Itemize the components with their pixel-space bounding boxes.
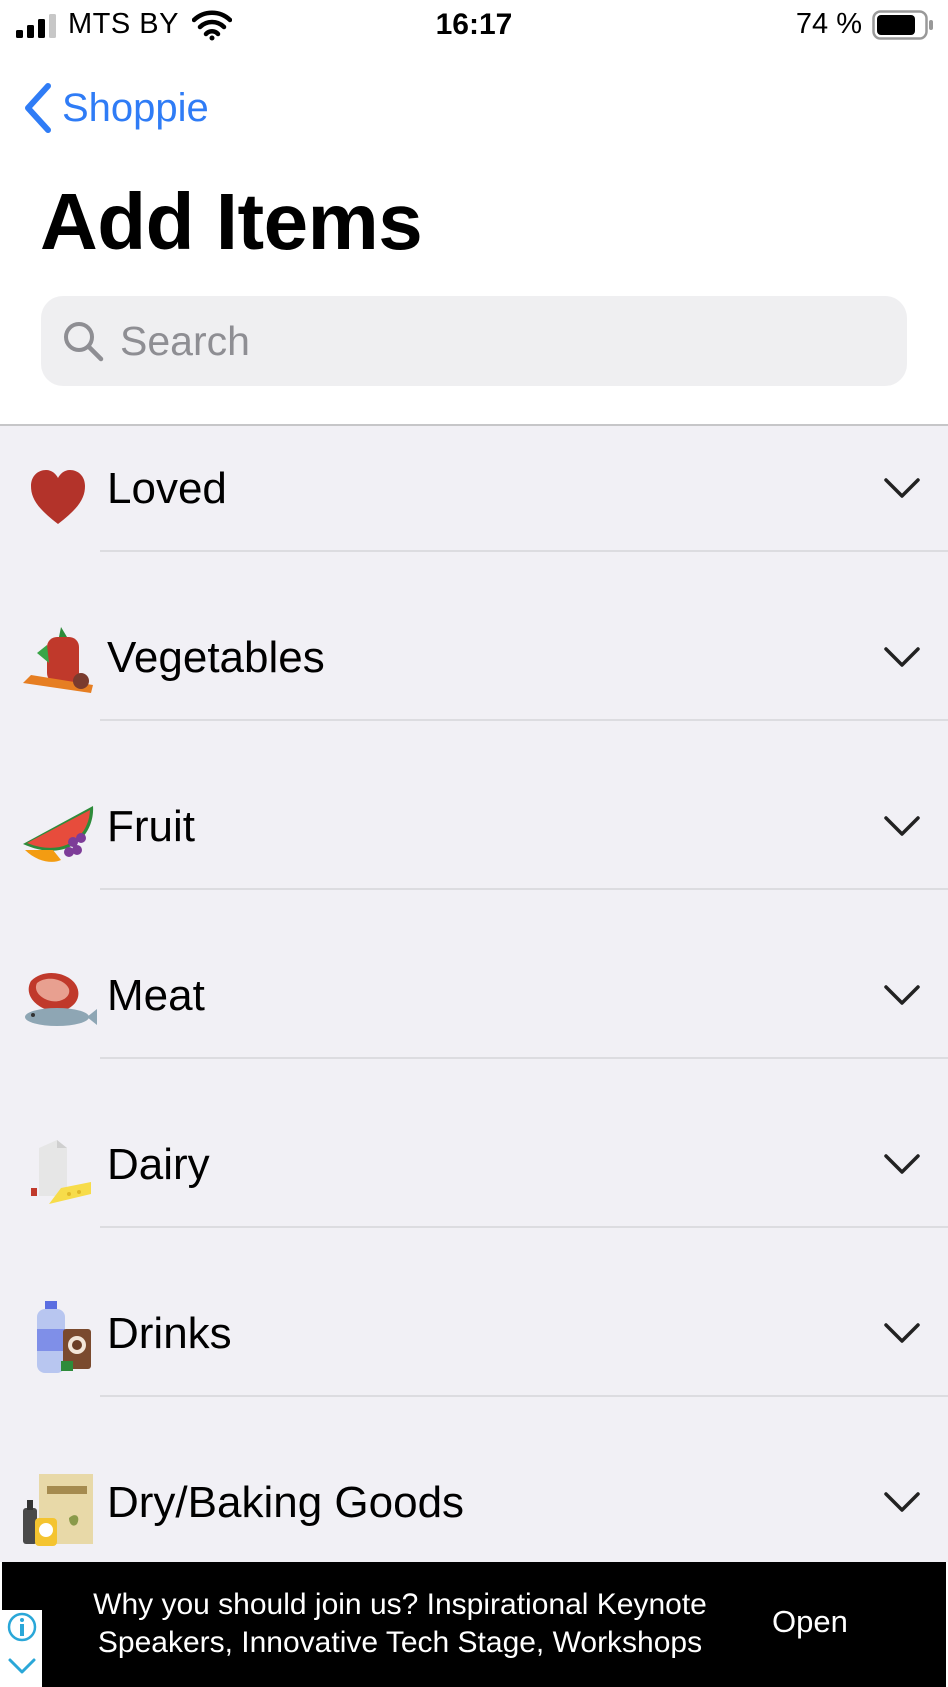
category-list: Loved Vegetables Fruit Meat Dairy Drinks…	[0, 426, 948, 1562]
chevron-down-icon[interactable]	[882, 1488, 922, 1516]
battery-percentage: 74 %	[795, 8, 862, 40]
battery-icon	[872, 10, 933, 40]
row-separator	[100, 719, 948, 721]
category-label: Drinks	[107, 1309, 232, 1358]
status-bar: MTS BY 16:17 74 %	[0, 0, 948, 52]
search-bar[interactable]: Search	[41, 296, 907, 386]
page-title: Add Items	[40, 177, 423, 266]
chevron-down-icon[interactable]	[882, 1319, 922, 1347]
back-button-label: Shoppie	[62, 85, 209, 130]
row-separator	[100, 1395, 948, 1397]
category-row-dairy[interactable]: Dairy	[0, 1102, 948, 1271]
category-label: Loved	[107, 464, 227, 513]
row-separator	[100, 888, 948, 890]
category-row-meat[interactable]: Meat	[0, 933, 948, 1102]
info-icon	[7, 1612, 37, 1674]
heart-icon	[31, 470, 85, 524]
search-icon	[64, 322, 104, 362]
row-separator	[100, 550, 948, 552]
chevron-left-icon	[25, 83, 51, 133]
back-button[interactable]: Shoppie	[20, 78, 209, 138]
chevron-down-icon[interactable]	[882, 981, 922, 1009]
row-separator	[100, 1226, 948, 1228]
category-row-loved[interactable]: Loved	[0, 426, 948, 595]
ad-text[interactable]: Why you should join us? Inspirational Ke…	[50, 1586, 750, 1662]
category-row-vegetables[interactable]: Vegetables	[0, 595, 948, 764]
category-row-fruit[interactable]: Fruit	[0, 764, 948, 933]
ad-info-badge[interactable]	[2, 1610, 42, 1687]
chevron-down-icon[interactable]	[882, 1150, 922, 1178]
ad-text-line: Why you should join us? Inspirational Ke…	[93, 1588, 707, 1621]
category-label: Dry/Baking Goods	[107, 1478, 465, 1527]
category-label: Fruit	[107, 802, 195, 851]
ad-banner[interactable]: Why you should join us? Inspirational Ke…	[2, 1562, 946, 1687]
fruit-icon	[23, 806, 94, 862]
category-row-drinks[interactable]: Drinks	[0, 1271, 948, 1440]
category-label: Vegetables	[107, 633, 325, 682]
chevron-down-icon[interactable]	[882, 812, 922, 840]
row-separator	[100, 1057, 948, 1059]
dry-goods-icon	[23, 1474, 93, 1546]
chevron-down-icon[interactable]	[882, 643, 922, 671]
chevron-down-icon[interactable]	[882, 474, 922, 502]
vegetables-icon	[23, 627, 93, 693]
search-input[interactable]: Search	[120, 318, 250, 365]
category-label: Dairy	[107, 1140, 210, 1189]
ad-text-line: Speakers, Innovative Tech Stage, Worksho…	[97, 1626, 703, 1659]
meat-icon	[25, 973, 97, 1026]
dairy-icon	[31, 1140, 91, 1204]
ad-open-button[interactable]: Open	[772, 1604, 848, 1640]
category-label: Meat	[107, 971, 205, 1020]
drinks-icon	[37, 1301, 91, 1373]
